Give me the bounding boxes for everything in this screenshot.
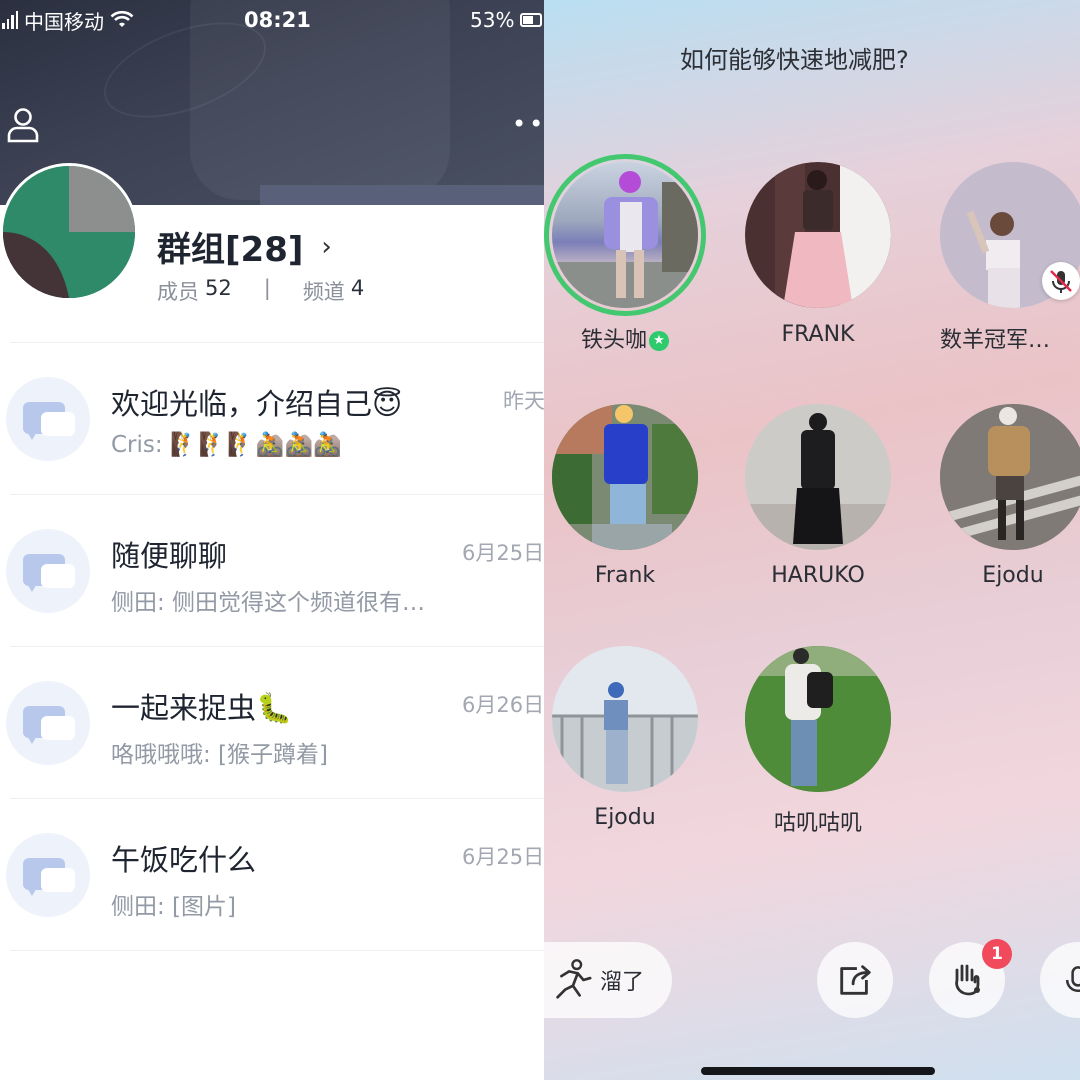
leave-button[interactable]: 溜了 (544, 942, 672, 1018)
channel-title: 午饭吃什么 (111, 843, 257, 877)
group-panel: 中国移动 08:21 53% ••• (0, 0, 544, 1080)
channel-title: 一起来捉虫🐛 (111, 691, 293, 725)
walk-icon (556, 959, 592, 999)
group-title: 群组[28] (157, 230, 304, 270)
member-avatar[interactable] (745, 162, 891, 308)
member-name: HARUKO (771, 563, 865, 588)
more-icon[interactable]: ••• (512, 110, 544, 138)
member-avatar[interactable] (552, 162, 698, 308)
stats-separator: | (263, 276, 271, 300)
star-icon: ★ (649, 331, 669, 351)
member-avatar[interactable] (745, 404, 891, 550)
person-figure (745, 404, 891, 550)
person-figure (940, 404, 1080, 550)
voice-room-panel: 如何能够快速地减肥? 铁头咖 ★ FRANK 数羊冠军… Frank HARUK… (544, 0, 1080, 1080)
status-time: 08:21 (244, 8, 311, 32)
signal-icon (2, 11, 18, 29)
channel-last-message: 咯哦哦哦: [猴子蹲着] (111, 742, 329, 768)
mic-button[interactable] (1040, 942, 1080, 1018)
status-bar-right: 53% (470, 6, 543, 34)
channel-item[interactable]: 午饭吃什么 6月25日 侧田: [图片] (0, 799, 544, 949)
wifi-icon (110, 11, 134, 27)
home-indicator[interactable] (701, 1067, 935, 1075)
raise-hand-icon (955, 964, 980, 996)
member-avatar[interactable] (552, 646, 698, 792)
header-decoration (260, 185, 544, 205)
group-title-row[interactable]: 群组[28] › (157, 222, 332, 271)
channel-item[interactable]: 一起来捉虫🐛 6月26日 咯哦哦哦: [猴子蹲着] (0, 647, 544, 797)
member-avatar[interactable] (745, 646, 891, 792)
member-avatar[interactable] (552, 404, 698, 550)
share-button[interactable] (817, 942, 893, 1018)
battery-percent: 53% (470, 8, 515, 32)
share-icon (840, 965, 871, 995)
user-icon[interactable] (6, 106, 40, 144)
members-count: 52 (205, 276, 232, 300)
member-avatar[interactable] (940, 404, 1080, 550)
channel-icon (6, 833, 90, 917)
hand-raise-badge: 1 (982, 939, 1012, 969)
members-label: 成员 (157, 280, 199, 304)
channel-time: 昨天 (503, 389, 544, 413)
group-stats: 成员 52 | 频道 4 (157, 276, 390, 306)
member-name: Ejodu (594, 805, 656, 830)
channel-time: 6月25日 (462, 541, 544, 565)
channels-count: 4 (350, 276, 365, 300)
person-figure (745, 646, 891, 792)
channel-icon (6, 529, 90, 613)
member-name: Frank (594, 563, 656, 588)
channel-title: 随便聊聊 (111, 539, 228, 573)
room-title: 如何能够快速地减肥? (680, 46, 909, 74)
member-name: 铁头咖 ★ (544, 322, 706, 354)
group-avatar[interactable] (0, 163, 138, 301)
member-name-text: 铁头咖 (580, 328, 647, 353)
channel-item[interactable]: 随便聊聊 6月25日 侧田: 侧田觉得这个频道很有… (0, 495, 544, 645)
channel-item[interactable]: 欢迎光临，介绍自己😇 昨天 Cris: 🧗🧗🧗🚵🚵🚵 (0, 343, 544, 493)
chevron-right-icon: › (321, 231, 332, 262)
person-figure (552, 404, 698, 550)
leave-label: 溜了 (600, 970, 645, 995)
channel-last-message: Cris: 🧗🧗🧗🚵🚵🚵 (111, 432, 342, 458)
battery-icon (520, 13, 543, 27)
member-name: 咕叽咕叽 (773, 811, 862, 836)
person-figure (745, 162, 891, 308)
person-figure (552, 646, 698, 792)
status-bar-left: 中国移动 (2, 6, 134, 34)
mic-off-icon (1042, 262, 1080, 300)
channel-last-message: 侧田: [图片] (111, 894, 237, 920)
carrier-label: 中国移动 (24, 9, 104, 34)
mic-icon (1065, 966, 1080, 992)
mic-off-glyph (1050, 270, 1072, 293)
person-figure (552, 171, 698, 308)
divider (10, 950, 544, 951)
member-name: FRANK (781, 322, 855, 347)
channel-icon (6, 681, 90, 765)
channel-time: 6月25日 (462, 845, 544, 869)
member-name: Ejodu (982, 563, 1044, 588)
channel-last-message: 侧田: 侧田觉得这个频道很有… (111, 590, 426, 616)
channel-icon (6, 377, 90, 461)
channels-label: 频道 (302, 280, 345, 304)
channel-time: 6月26日 (462, 693, 544, 717)
channel-title: 欢迎光临，介绍自己😇 (111, 387, 403, 421)
group-avatar-art (3, 166, 135, 298)
member-name: 数羊冠军… (940, 328, 1051, 353)
